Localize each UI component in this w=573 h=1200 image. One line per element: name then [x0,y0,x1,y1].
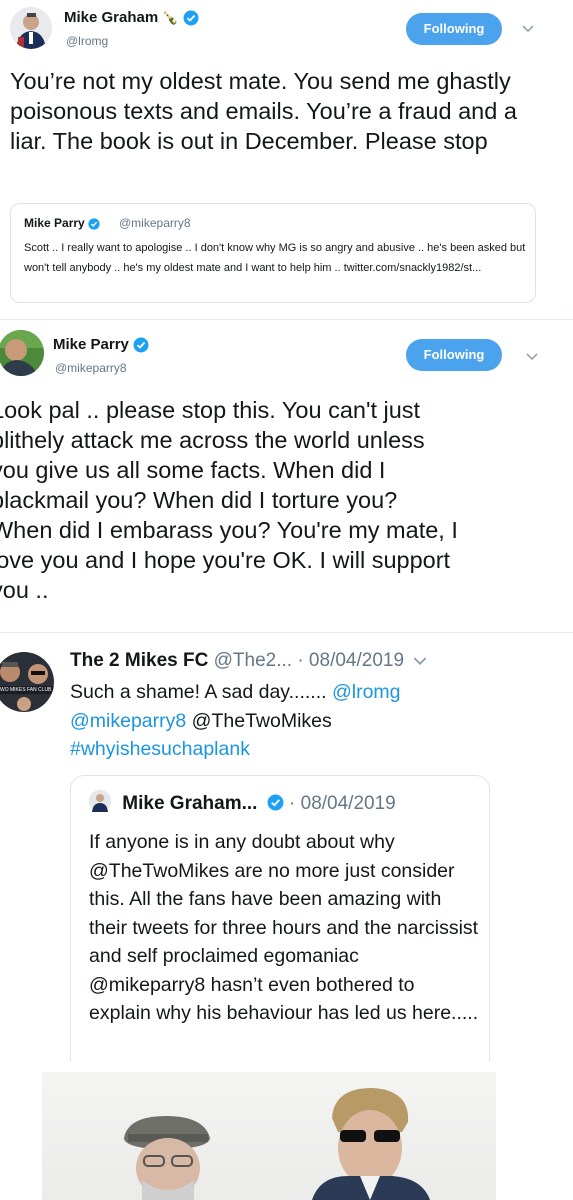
verified-badge-icon [88,218,100,230]
mention-link[interactable]: @mikeparry8 [70,710,186,732]
tweet-text-line: you give us all some facts. When did I [0,457,386,483]
author-name-text[interactable]: Mike Graham [64,9,158,26]
mention-link[interactable]: @TheTwoMikes [192,710,332,732]
author-handle[interactable]: @mikeparry8 [55,361,127,375]
author-name-text[interactable]: Mike Parry [53,336,129,353]
tweet-text-line: blithely attack me across the world unle… [0,427,425,453]
attached-photo[interactable] [42,1072,496,1200]
tweet-header: The 2 Mikes FC @The2... · 08/04/2019 [70,650,427,672]
quoted-tweet-header: Mike Graham... · 08/04/2019 [89,790,396,815]
avatar-2-mikes-fc[interactable]: WO MIKES FAN CLUB [0,652,54,712]
bottle-emoji: 🍾 [162,10,179,25]
photo-image [124,1088,430,1200]
avatar-mike-graham[interactable] [10,7,52,49]
quoted-tweet[interactable]: Mike Parry @mikeparry8 Scott .. I really… [10,203,536,303]
quoted-tweet-text: Scott .. I really want to apologise .. I… [24,242,526,274]
divider [0,632,573,633]
quoted-author-name: Mike Parry [24,216,100,230]
author-handle[interactable]: @lromg [66,34,108,48]
tweet-text-line: you .. [0,577,49,603]
author-name[interactable]: Mike Parry [53,336,149,353]
avatar-caption: WO MIKES FAN CLUB [0,687,52,693]
verified-badge-icon [183,10,199,26]
following-button[interactable]: Following [406,339,502,371]
quoted-author-name: Mike Graham... [122,793,258,814]
chevron-down-icon[interactable] [526,348,538,364]
verified-badge-icon [267,794,284,811]
author-handle[interactable]: @The2... [214,650,292,671]
tweet-text-line: Look pal .. please stop this. You can't … [0,397,421,423]
author-name[interactable]: Mike Graham 🍾 [64,9,199,26]
tweet-text-line: blackmail you? When did I torture you? [0,487,398,513]
chevron-down-icon[interactable] [413,657,427,666]
avatar-mike-parry[interactable] [0,330,44,376]
tweet-date[interactable]: · 08/04/2019 [297,650,404,671]
verified-badge-icon [133,337,149,353]
author-name[interactable]: The 2 Mikes FC [70,650,208,671]
following-button[interactable]: Following [406,13,502,45]
quoted-avatar [89,790,111,812]
quoted-author-handle: @mikeparry8 [119,216,191,230]
avatar-mike-parry-image [0,330,44,376]
avatar-2-mikes-fc-image [0,652,54,712]
tweet-text-start: Such a shame! A sad day....... [70,681,332,703]
avatar-mike-graham-image [10,7,52,49]
quoted-tweet-text: If anyone is in any doubt about why @The… [89,831,479,1024]
hashtag-link[interactable]: #whyishesuchaplank [70,738,250,760]
tweet-text-line: love you and I hope you're OK. I will su… [0,547,451,573]
divider [0,319,573,320]
tweet-text-line: When did I embarass you? You're my mate,… [0,517,458,543]
chevron-down-icon[interactable] [522,20,534,36]
tweet-text: Such a shame! A sad day....... @lromg @m… [70,678,540,764]
tweet-text: You’re not my oldest mate. You send me g… [10,68,524,154]
quoted-tweet-date: · 08/04/2019 [289,793,396,814]
quoted-tweet[interactable]: Mike Graham... · 08/04/2019 If anyone is… [70,775,490,1061]
mention-link[interactable]: @lromg [332,681,401,703]
quoted-author-name-text: Mike Parry [24,216,85,230]
